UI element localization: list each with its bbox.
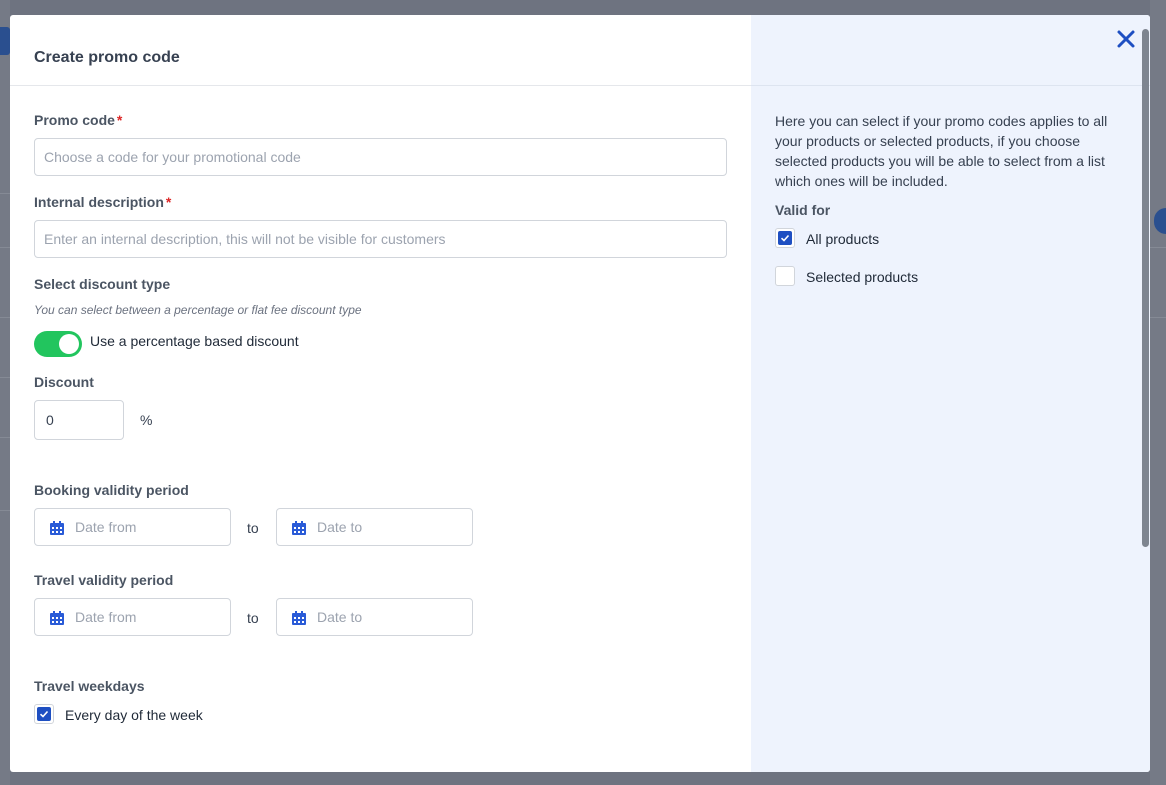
all-products-label: All products [806, 231, 880, 247]
booking-to-text: to [247, 520, 259, 536]
discount-unit: % [140, 412, 153, 428]
discount-type-hint: You can select between a percentage or f… [34, 303, 362, 317]
discount-input[interactable]: 0 [34, 400, 124, 440]
modal-title: Create promo code [34, 49, 180, 66]
discount-label: Discount [34, 374, 94, 390]
close-button[interactable] [1116, 29, 1136, 49]
scrollbar[interactable] [1142, 29, 1149, 547]
valid-for-label: Valid for [775, 202, 831, 218]
required-mark: * [165, 194, 172, 210]
travel-date-to-input[interactable]: Date to [276, 598, 473, 636]
calendar-icon [50, 521, 64, 535]
every-day-label: Every day of the week [65, 707, 203, 723]
internal-description-label-text: Internal description [34, 194, 164, 210]
valid-for-help-text: Here you can select if your promo codes … [775, 113, 1108, 189]
toggle-knob [59, 334, 79, 354]
info-sidebar: Here you can select if your promo codes … [751, 15, 1150, 772]
background-left-edge [0, 0, 10, 785]
background-divider [0, 437, 10, 438]
promo-code-label-text: Promo code [34, 112, 115, 128]
modal-header: Create promo code [10, 15, 751, 86]
background-divider [0, 377, 10, 378]
travel-date-from-input[interactable]: Date from [34, 598, 231, 636]
background-divider [0, 510, 10, 511]
every-day-checkbox[interactable] [34, 704, 54, 724]
check-icon [37, 707, 51, 721]
percentage-discount-toggle[interactable] [34, 331, 82, 357]
close-icon [1117, 30, 1135, 48]
booking-date-from-placeholder: Date from [75, 519, 137, 535]
all-products-checkbox[interactable] [775, 228, 795, 248]
selected-products-label: Selected products [806, 269, 919, 285]
travel-to-text: to [247, 610, 259, 626]
calendar-icon [50, 611, 64, 625]
discount-type-label: Select discount type [34, 276, 171, 292]
form-panel: Create promo code Promo code * Choose a c… [10, 15, 751, 772]
booking-date-from-input[interactable]: Date from [34, 508, 231, 546]
create-promo-code-modal: Create promo code Promo code * Choose a c… [10, 15, 1150, 772]
sidebar-header [751, 15, 1150, 86]
background-right-edge [1150, 0, 1166, 785]
check-icon [778, 231, 792, 245]
calendar-icon [292, 521, 306, 535]
background-divider [0, 317, 10, 318]
promo-code-label: Promo code * [34, 112, 122, 128]
promo-code-input[interactable]: Choose a code for your promotional code [34, 138, 727, 176]
calendar-icon [292, 611, 306, 625]
travel-weekdays-label: Travel weekdays [34, 678, 145, 694]
background-divider [1150, 317, 1166, 318]
background-divider [1150, 247, 1166, 248]
internal-description-input[interactable]: Enter an internal description, this will… [34, 220, 727, 258]
travel-date-to-placeholder: Date to [317, 609, 363, 625]
booking-validity-label: Booking validity period [34, 482, 189, 498]
percentage-discount-toggle-label: Use a percentage based discount [90, 333, 299, 349]
booking-date-to-input[interactable]: Date to [276, 508, 473, 546]
background-button [0, 27, 10, 55]
travel-validity-label: Travel validity period [34, 572, 174, 588]
travel-date-from-placeholder: Date from [75, 609, 137, 625]
selected-products-checkbox[interactable] [775, 266, 795, 286]
booking-date-to-placeholder: Date to [317, 519, 363, 535]
required-mark: * [116, 112, 123, 128]
background-divider [0, 193, 10, 194]
internal-description-label: Internal description * [34, 194, 171, 210]
background-divider [0, 247, 10, 248]
